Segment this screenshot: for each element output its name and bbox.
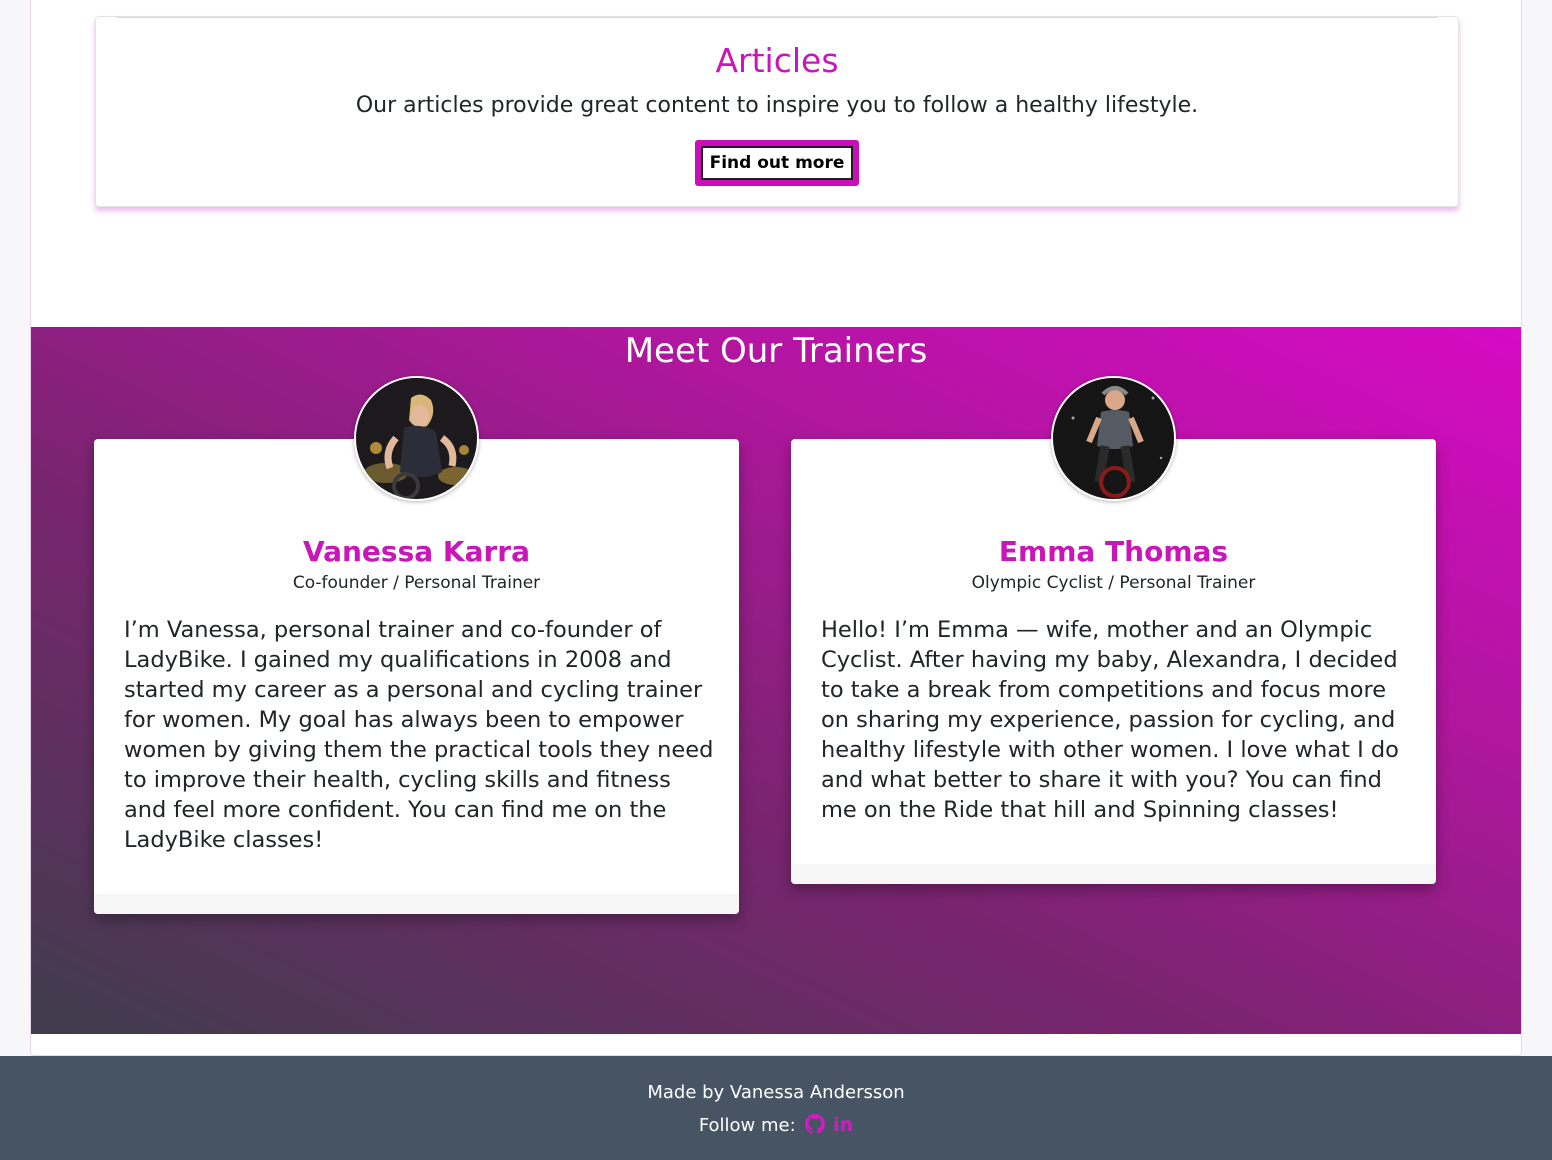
trainer-role: Co-founder / Personal Trainer bbox=[292, 573, 541, 593]
find-out-more-button[interactable]: Find out more bbox=[695, 140, 859, 186]
trainers-heading: Meet Our Trainers bbox=[624, 331, 928, 371]
trainer-name: Emma Thomas bbox=[998, 535, 1229, 568]
footer-follow: Follow me: in bbox=[0, 1114, 1552, 1139]
trainer-bio: Hello! I’m Emma — wife, mother and an Ol… bbox=[821, 617, 1399, 823]
trainer-avatar bbox=[1051, 376, 1176, 501]
linkedin-icon[interactable]: in bbox=[833, 1114, 853, 1136]
trainer-role: Olympic Cyclist / Personal Trainer bbox=[971, 573, 1256, 593]
footer-credit: Made by Vanessa Andersson bbox=[647, 1082, 905, 1103]
divider bbox=[116, 17, 1438, 18]
follow-label: Follow me: bbox=[698, 1115, 796, 1136]
page-container: Articles Our articles provide great cont… bbox=[30, 0, 1522, 1056]
trainer-card: Emma Thomas Olympic Cyclist / Personal T… bbox=[791, 376, 1436, 884]
trainer-photo bbox=[356, 378, 477, 499]
trainer-avatar bbox=[354, 376, 479, 501]
trainer-photo bbox=[1053, 378, 1174, 499]
trainer-card: Vanessa Karra Co-founder / Personal Trai… bbox=[94, 376, 739, 914]
trainer-name: Vanessa Karra bbox=[302, 535, 531, 568]
trainer-bio: I’m Vanessa, personal trainer and co-fou… bbox=[124, 617, 714, 853]
articles-title: Articles bbox=[715, 41, 839, 80]
articles-description: Our articles provide great content to in… bbox=[355, 93, 1199, 118]
trainers-section: Meet Our Trainers Vanessa Karra Co-found… bbox=[31, 327, 1521, 1034]
github-icon[interactable] bbox=[805, 1114, 826, 1139]
site-footer: Made by Vanessa Andersson Follow me: in bbox=[0, 1056, 1552, 1160]
articles-card: Articles Our articles provide great cont… bbox=[95, 16, 1459, 207]
card-footer bbox=[791, 864, 1436, 884]
card-footer bbox=[94, 894, 739, 914]
find-out-more-label: Find out more bbox=[701, 146, 853, 180]
